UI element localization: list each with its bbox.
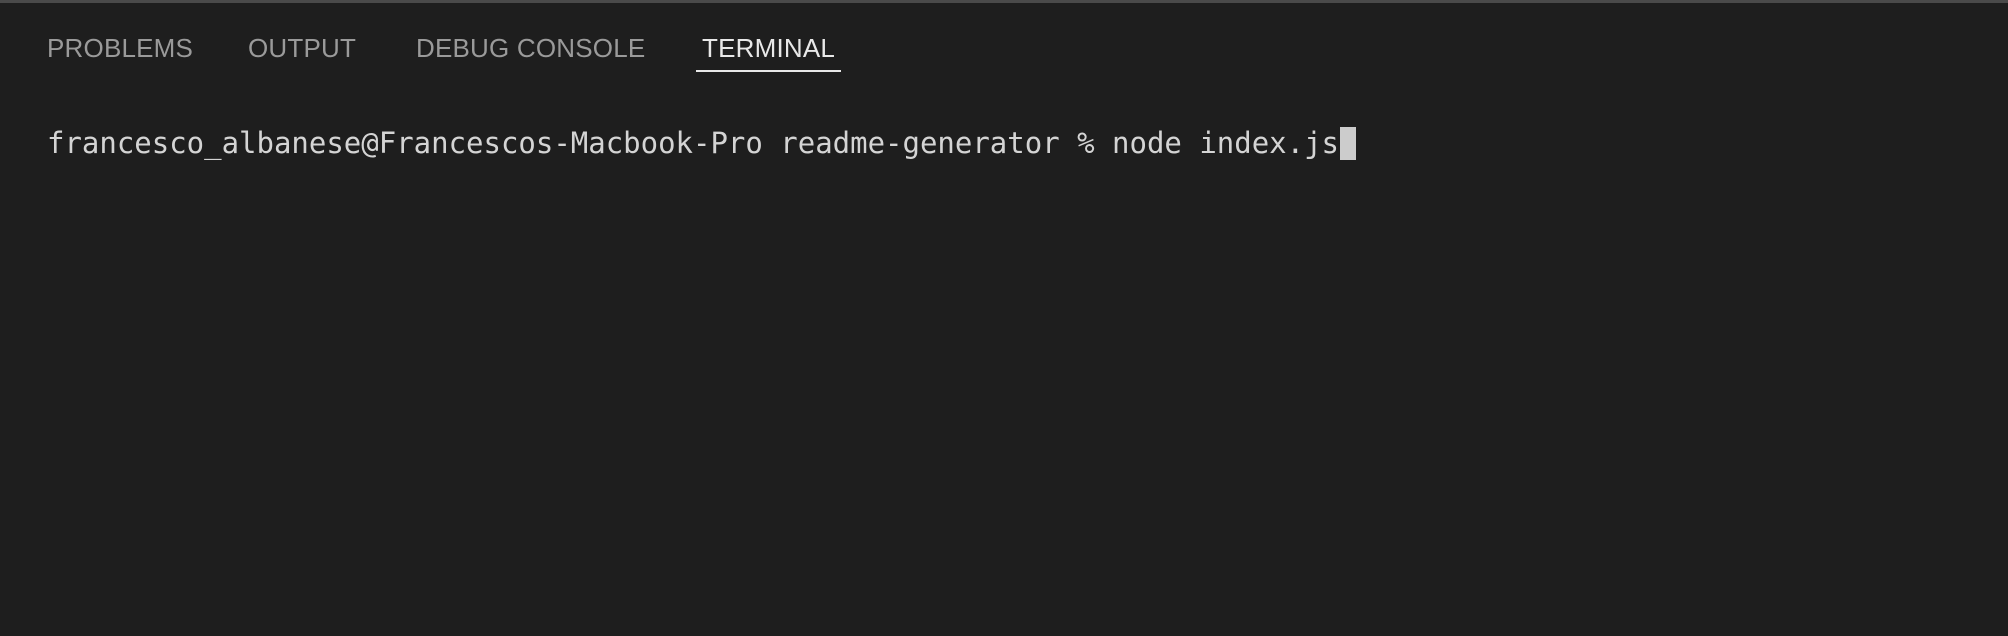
tab-problems[interactable]: PROBLEMS <box>47 28 193 72</box>
terminal-area[interactable]: francesco_albanese@Francescos-Macbook-Pr… <box>0 73 2008 636</box>
tab-output[interactable]: OUTPUT <box>248 28 356 72</box>
tab-debug-console[interactable]: DEBUG CONSOLE <box>416 28 645 72</box>
terminal-cursor <box>1340 126 1357 160</box>
tab-terminal[interactable]: TERMINAL <box>695 28 842 72</box>
panel-tab-bar: PROBLEMS OUTPUT DEBUG CONSOLE TERMINAL <box>0 3 2008 73</box>
terminal-command: node index.js <box>1112 126 1340 160</box>
terminal-command-line: francesco_albanese@Francescos-Macbook-Pr… <box>47 123 1357 163</box>
terminal-prompt: francesco_albanese@Francescos-Macbook-Pr… <box>47 126 1113 160</box>
